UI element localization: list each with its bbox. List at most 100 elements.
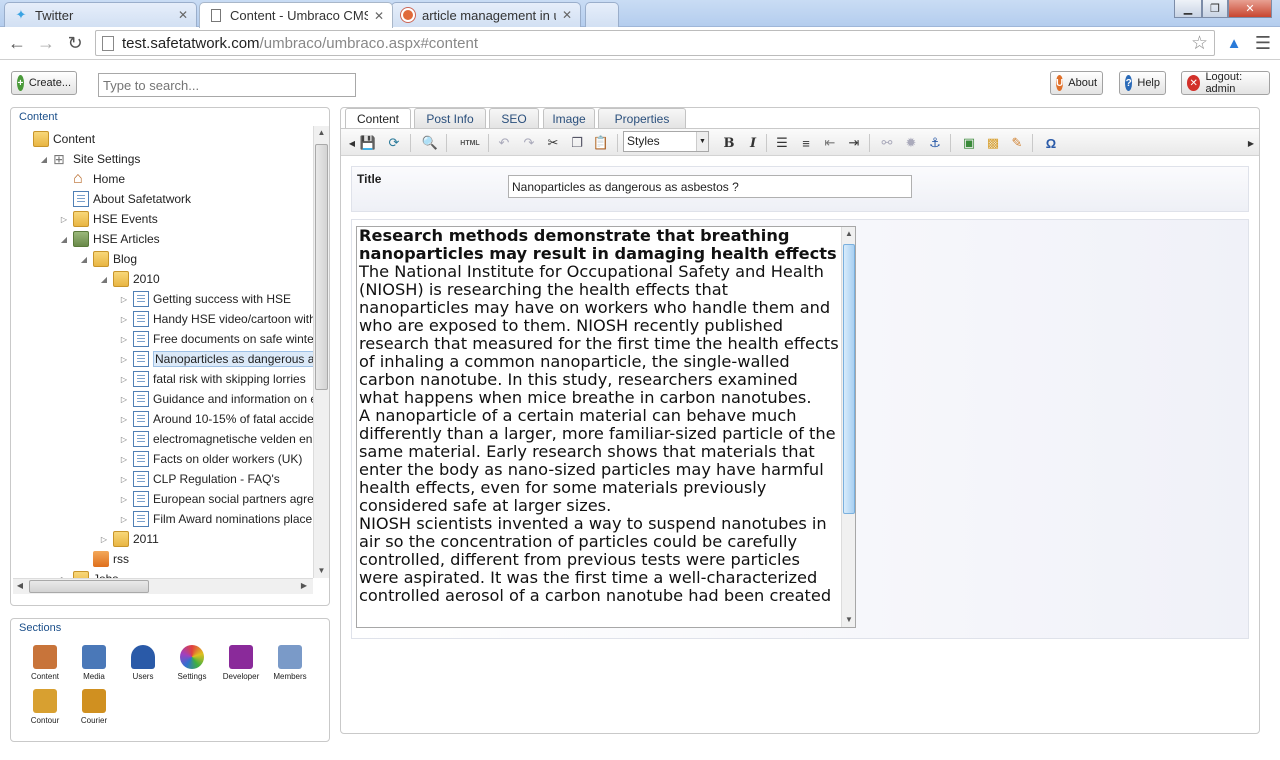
numbered-list-icon[interactable]: ≡: [798, 135, 814, 151]
bullet-list-icon[interactable]: ☰: [774, 135, 790, 151]
tree-node[interactable]: rss: [79, 549, 129, 569]
expand-arrow-icon[interactable]: ▷: [119, 335, 129, 344]
scroll-thumb[interactable]: [29, 580, 149, 593]
maximize-icon[interactable]: ❐: [1202, 0, 1228, 18]
tree-node[interactable]: ◢ ⊞ Site Settings: [39, 149, 140, 169]
tree-node[interactable]: ◢ 2010: [99, 269, 160, 289]
styles-dropdown[interactable]: Styles ▼: [623, 131, 709, 152]
create-button[interactable]: + Create...: [11, 71, 77, 95]
browser-tab-twitter[interactable]: ✦ Twitter ✕: [4, 2, 197, 27]
close-icon[interactable]: ✕: [178, 8, 188, 22]
rich-text-editor[interactable]: Research methods demonstrate that breath…: [356, 226, 856, 628]
tab-post-info[interactable]: Post Info: [414, 108, 486, 128]
redo-icon[interactable]: ↷: [521, 135, 537, 151]
expand-arrow-icon[interactable]: ▷: [119, 415, 129, 424]
window-close-icon[interactable]: ✕: [1228, 0, 1272, 18]
copy-icon[interactable]: ❐: [569, 135, 585, 151]
cut-icon[interactable]: ✂: [545, 135, 561, 151]
section-content[interactable]: Content: [23, 645, 67, 681]
save-publish-icon[interactable]: ⟳: [386, 135, 402, 151]
tree-node[interactable]: ▷ Getting success with HSE: [119, 289, 291, 309]
tree-node[interactable]: ▷Jobs: [59, 569, 118, 578]
tab-properties[interactable]: Properties: [598, 108, 686, 128]
indent-icon[interactable]: ⇥: [846, 135, 862, 151]
italic-icon[interactable]: I: [745, 135, 761, 151]
scroll-up-icon[interactable]: ▲: [842, 227, 855, 241]
menu-icon[interactable]: ☰: [1251, 31, 1275, 55]
tree-node[interactable]: ▷ fatal risk with skipping lorries: [119, 369, 306, 389]
tree-node[interactable]: ⌂ Home: [59, 169, 125, 189]
collapse-arrow-icon[interactable]: ◢: [79, 255, 89, 264]
bold-icon[interactable]: B: [721, 135, 737, 151]
toolbar-collapse-icon[interactable]: ◀: [344, 135, 360, 151]
tree-node[interactable]: ◢ HSE Articles: [59, 229, 160, 249]
tree-node[interactable]: ▷ Free documents on safe winter: [119, 329, 314, 349]
tree-node[interactable]: ▷ HSE Events: [59, 209, 158, 229]
save-icon[interactable]: 💾: [360, 135, 376, 151]
expand-arrow-icon[interactable]: ▷: [119, 315, 129, 324]
new-tab-button[interactable]: [585, 2, 619, 27]
tree-vertical-scrollbar[interactable]: ▲ ▼: [313, 126, 329, 578]
collapse-arrow-icon[interactable]: ◢: [59, 235, 69, 244]
special-character-icon[interactable]: Ω: [1043, 135, 1059, 151]
expand-arrow-icon[interactable]: ▷: [119, 475, 129, 484]
expand-arrow-icon[interactable]: ▷: [119, 495, 129, 504]
close-icon[interactable]: ✕: [374, 9, 384, 23]
insert-macro-icon[interactable]: ▩: [985, 135, 1001, 151]
tree-node[interactable]: ▷ Facts on older workers (UK): [119, 449, 302, 469]
browser-tab-umbraco[interactable]: Content - Umbraco CMS - ✕: [199, 2, 393, 28]
section-media[interactable]: Media: [72, 645, 116, 681]
tree-node[interactable]: ▷ Film Award nominations place s: [119, 509, 314, 529]
unlink-icon[interactable]: ✹: [903, 135, 919, 151]
back-icon[interactable]: ←: [5, 31, 29, 55]
section-courier[interactable]: Courier: [72, 689, 116, 725]
insert-image-icon[interactable]: ▣: [961, 135, 977, 151]
expand-arrow-icon[interactable]: ▷: [119, 515, 129, 524]
scroll-up-icon[interactable]: ▲: [314, 126, 329, 140]
undo-icon[interactable]: ↶: [496, 135, 512, 151]
tab-content[interactable]: Content: [345, 108, 411, 129]
scroll-thumb[interactable]: [843, 244, 855, 514]
expand-arrow-icon[interactable]: ▷: [99, 535, 109, 544]
collapse-arrow-icon[interactable]: ◢: [39, 155, 49, 164]
outdent-icon[interactable]: ⇤: [822, 135, 838, 151]
expand-arrow-icon[interactable]: ▷: [119, 375, 129, 384]
reload-icon[interactable]: ↻: [63, 31, 87, 55]
close-icon[interactable]: ✕: [562, 8, 572, 22]
expand-arrow-icon[interactable]: ▷: [119, 455, 129, 464]
bookmark-star-icon[interactable]: ☆: [1191, 32, 1208, 55]
tab-seo[interactable]: SEO: [489, 108, 539, 128]
tree-node[interactable]: ▷ Nanoparticles as dangerous as: [119, 349, 314, 369]
browser-tab-article[interactable]: article management in um ✕: [391, 2, 581, 27]
scroll-thumb[interactable]: [315, 144, 328, 390]
tree-node[interactable]: ▷ CLP Regulation - FAQ's: [119, 469, 280, 489]
expand-arrow-icon[interactable]: ▷: [119, 435, 129, 444]
expand-arrow-icon[interactable]: ▷: [119, 355, 129, 364]
minimize-icon[interactable]: ▁: [1174, 0, 1202, 18]
anchor-icon[interactable]: ⚓: [927, 135, 943, 151]
paste-icon[interactable]: 📋: [593, 135, 609, 151]
scroll-down-icon[interactable]: ▼: [842, 613, 855, 627]
section-settings[interactable]: Settings: [170, 645, 214, 681]
toolbar-expand-icon[interactable]: ▶: [1243, 135, 1259, 151]
html-source-icon[interactable]: HTML: [459, 135, 481, 151]
logout-button[interactable]: ✕ Logout: admin: [1181, 71, 1270, 95]
editor-content[interactable]: Research methods demonstrate that breath…: [359, 227, 841, 605]
tree-node[interactable]: ◢ Blog: [79, 249, 137, 269]
expand-arrow-icon[interactable]: ▷: [119, 295, 129, 304]
scroll-left-icon[interactable]: ◀: [13, 579, 27, 593]
address-bar[interactable]: test.safetatwork.com/umbraco/umbraco.asp…: [95, 30, 1215, 56]
tree-horizontal-scrollbar[interactable]: ◀ ▶: [13, 578, 313, 594]
expand-arrow-icon[interactable]: ▷: [59, 215, 69, 224]
search-input[interactable]: [98, 73, 356, 97]
editor-vertical-scrollbar[interactable]: ▲ ▼: [841, 227, 855, 627]
tree-node[interactable]: ▷ electromagnetische velden en g: [119, 429, 314, 449]
section-contour[interactable]: Contour: [23, 689, 67, 725]
expand-arrow-icon[interactable]: ▷: [119, 395, 129, 404]
tree-node[interactable]: ▷ 2011: [99, 529, 159, 549]
preview-icon[interactable]: 🔍: [422, 135, 438, 151]
tree-node[interactable]: About Safetatwork: [59, 189, 191, 209]
link-icon[interactable]: ⚯: [879, 135, 895, 151]
scroll-right-icon[interactable]: ▶: [297, 579, 311, 593]
section-members[interactable]: Members: [268, 645, 312, 681]
